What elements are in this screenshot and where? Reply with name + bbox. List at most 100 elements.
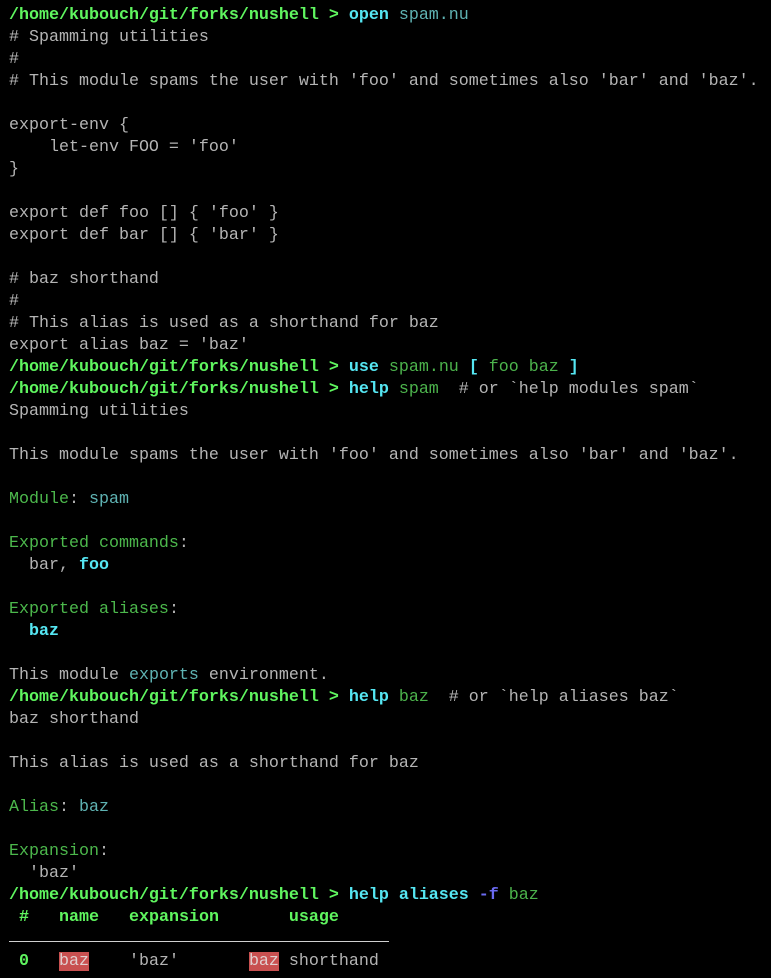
output-line: # [9,49,759,71]
output-line: export def foo [] { 'foo' } [9,203,759,225]
command-argument: foo baz [478,358,569,377]
prompt-path: /home/kubouch/git/forks/nushell > [9,358,349,377]
text: : [68,490,89,509]
section-heading: Exported commands [9,534,179,553]
search-match-highlight: baz [59,952,89,971]
text: 'baz' [89,952,249,971]
text: } [9,160,19,179]
section-heading: Exported aliases [9,600,169,619]
text: export def bar [] { 'bar' } [9,226,279,245]
text [219,908,289,927]
exported-name: ] [568,358,579,377]
prompt-line: /home/kubouch/git/forks/nushell > use sp… [9,357,759,379]
output-line: # This module spams the user with 'foo' … [9,71,759,93]
terminal-output[interactable]: /home/kubouch/git/forks/nushell > open s… [9,5,759,973]
output-line: Alias: baz [9,797,759,819]
command-keyword: help [348,688,389,707]
output-line: baz [9,621,759,643]
text: : [168,600,179,619]
text: environment. [198,666,329,685]
highlighted-name: spam [88,490,129,509]
output-line: This alias is used as a shorthand for ba… [9,753,759,775]
text: : [58,798,79,817]
prompt-line: /home/kubouch/git/forks/nushell > help b… [9,687,759,709]
output-line: export alias baz = 'baz' [9,335,759,357]
text: # baz shorthand [9,270,159,289]
output-line: # This alias is used as a shorthand for … [9,313,759,335]
command-keyword: help [348,380,389,399]
text: # [9,292,19,311]
command-argument: baz [498,886,539,905]
text: Spamming utilities [9,402,189,421]
command-keyword: aliases [388,886,469,905]
output-line: # [9,291,759,313]
output-line: Expansion: [9,841,759,863]
table-header-cell: 0 [9,952,29,971]
text [99,908,129,927]
highlighted-name: baz [78,798,109,817]
prompt-path: /home/kubouch/git/forks/nushell > [9,6,349,25]
table-header-cell: expansion [128,908,219,927]
command-argument: spam [388,380,439,399]
output-line: Exported commands: [9,533,759,555]
text: baz shorthand [9,710,139,729]
exported-name: foo [78,556,109,575]
text: : [98,842,109,861]
highlighted-name: exports [128,666,199,685]
output-line: # name expansion usage [9,907,759,929]
text: shorthand [278,952,379,971]
table-header-cell: usage [288,908,339,927]
prompt-path: /home/kubouch/git/forks/nushell > [9,688,349,707]
command-keyword: help [348,886,389,905]
output-line: let-env FOO = 'foo' [9,137,759,159]
prompt-line: /home/kubouch/git/forks/nushell > open s… [9,5,759,27]
text: # or `help aliases baz` [428,688,679,707]
text: This module spams the user with 'foo' an… [9,446,739,465]
output-line: 0 baz 'baz' baz shorthand [9,951,759,973]
output-line: export-env { [9,115,759,137]
text: export alias baz = 'baz' [9,336,249,355]
section-heading: Expansion [9,842,99,861]
prompt-path: /home/kubouch/git/forks/nushell > [9,380,349,399]
text: # or `help modules spam` [438,380,699,399]
output-line: # Spamming utilities [9,27,759,49]
command-argument: baz [388,688,429,707]
text: This module [9,666,129,685]
command-keyword: use [348,358,379,377]
output-line: Module: spam [9,489,759,511]
section-heading: Alias [9,798,59,817]
output-line: This module spams the user with 'foo' an… [9,445,759,467]
output-line: 'baz' [9,863,759,885]
text: bar, [9,556,79,575]
section-heading: Module [9,490,69,509]
exported-name: baz [29,622,59,641]
text [29,908,59,927]
prompt-line: /home/kubouch/git/forks/nushell > help s… [9,379,759,401]
text: This alias is used as a shorthand for ba… [9,754,419,773]
command-flag: -f [468,886,499,905]
output-line: Exported aliases: [9,599,759,621]
output-line: baz shorthand [9,709,759,731]
text: export def foo [] { 'foo' } [9,204,279,223]
table-header-separator [9,929,759,951]
text: : [178,534,189,553]
text: # Spamming utilities [9,28,209,47]
output-line: } [9,159,759,181]
search-match-highlight: baz [248,952,279,971]
text [9,622,29,641]
table-header-cell: name [59,908,99,927]
text: 'baz' [9,864,79,883]
text: let-env FOO = 'foo' [9,138,239,157]
text [29,952,59,971]
text: # [9,50,19,69]
prompt-path: /home/kubouch/git/forks/nushell > [9,886,349,905]
